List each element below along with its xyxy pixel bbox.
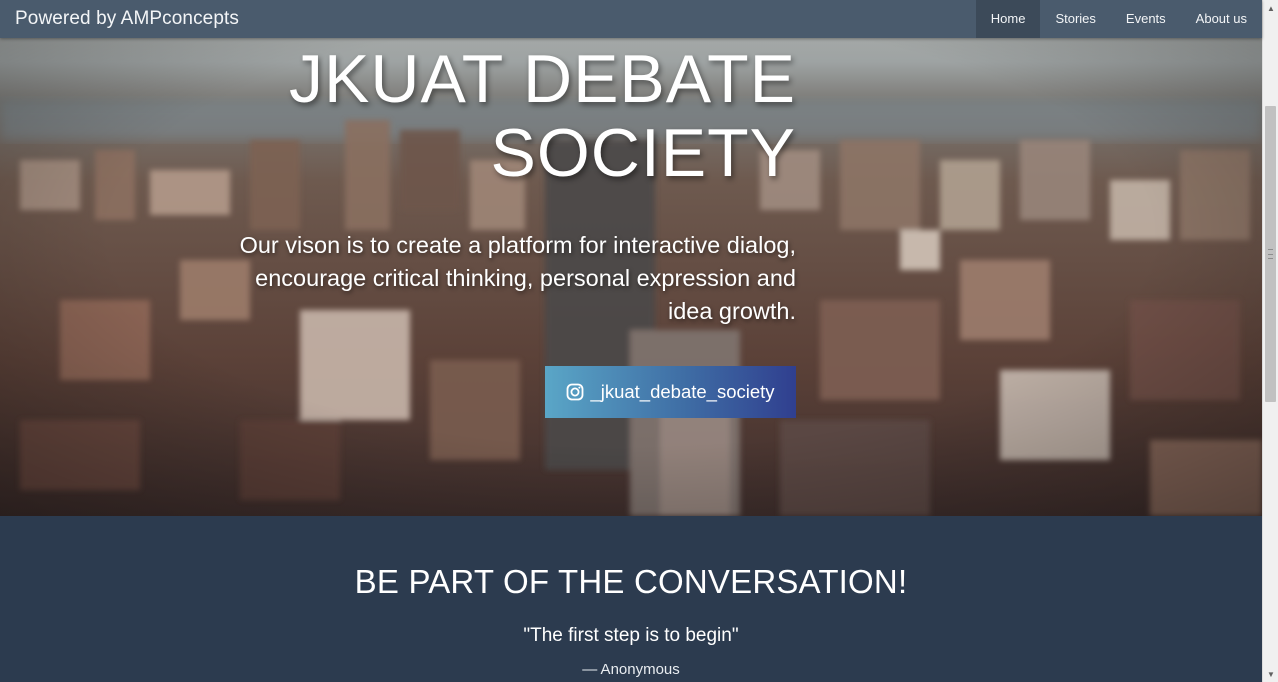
scroll-up-arrow-icon[interactable]: ▲ [1263, 0, 1278, 16]
nav-item-stories[interactable]: Stories [1040, 0, 1110, 38]
vision-line-1: Our vison is to create a platform for in… [239, 232, 796, 258]
brand-text[interactable]: Powered by AMPconcepts [0, 8, 976, 30]
hero-section: JKUAT DEBATE SOCIETY Our vison is to cre… [0, 0, 1262, 516]
section-heading: BE PART OF THE CONVERSATION! [354, 563, 908, 600]
vision-line-2: encourage critical thinking, personal ex… [255, 265, 796, 291]
instagram-button-label: _jkuat_debate_society [590, 381, 775, 402]
hero-title-line-2: SOCIETY [490, 115, 796, 191]
nav-menu: Home Stories Events About us [975, 0, 1262, 38]
vision-line-3: idea growth. [667, 298, 796, 324]
vertical-scrollbar[interactable]: ▲ ▼ [1262, 0, 1278, 682]
instagram-icon [567, 383, 584, 401]
navbar: Powered by AMPconcepts Home Stories Even… [0, 0, 1262, 38]
hero-title-line-1: JKUAT DEBATE [289, 41, 796, 117]
scrollbar-thumb[interactable] [1265, 106, 1276, 402]
vision-statement: Our vison is to create a platform for in… [216, 229, 796, 328]
instagram-button[interactable]: _jkuat_debate_society [545, 366, 796, 418]
conversation-section: BE PART OF THE CONVERSATION! "The first … [0, 516, 1262, 682]
nav-item-about-us[interactable]: About us [1181, 0, 1262, 38]
quote-author: — Anonymous [582, 661, 680, 678]
nav-item-events[interactable]: Events [1111, 0, 1181, 38]
nav-item-home[interactable]: Home [975, 0, 1041, 38]
scrollbar-grip-icon [1268, 249, 1273, 259]
hero-title: JKUAT DEBATE SOCIETY [96, 42, 796, 190]
scroll-down-arrow-icon[interactable]: ▼ [1263, 666, 1278, 682]
quote-text: "The first step is to begin" [523, 625, 739, 646]
